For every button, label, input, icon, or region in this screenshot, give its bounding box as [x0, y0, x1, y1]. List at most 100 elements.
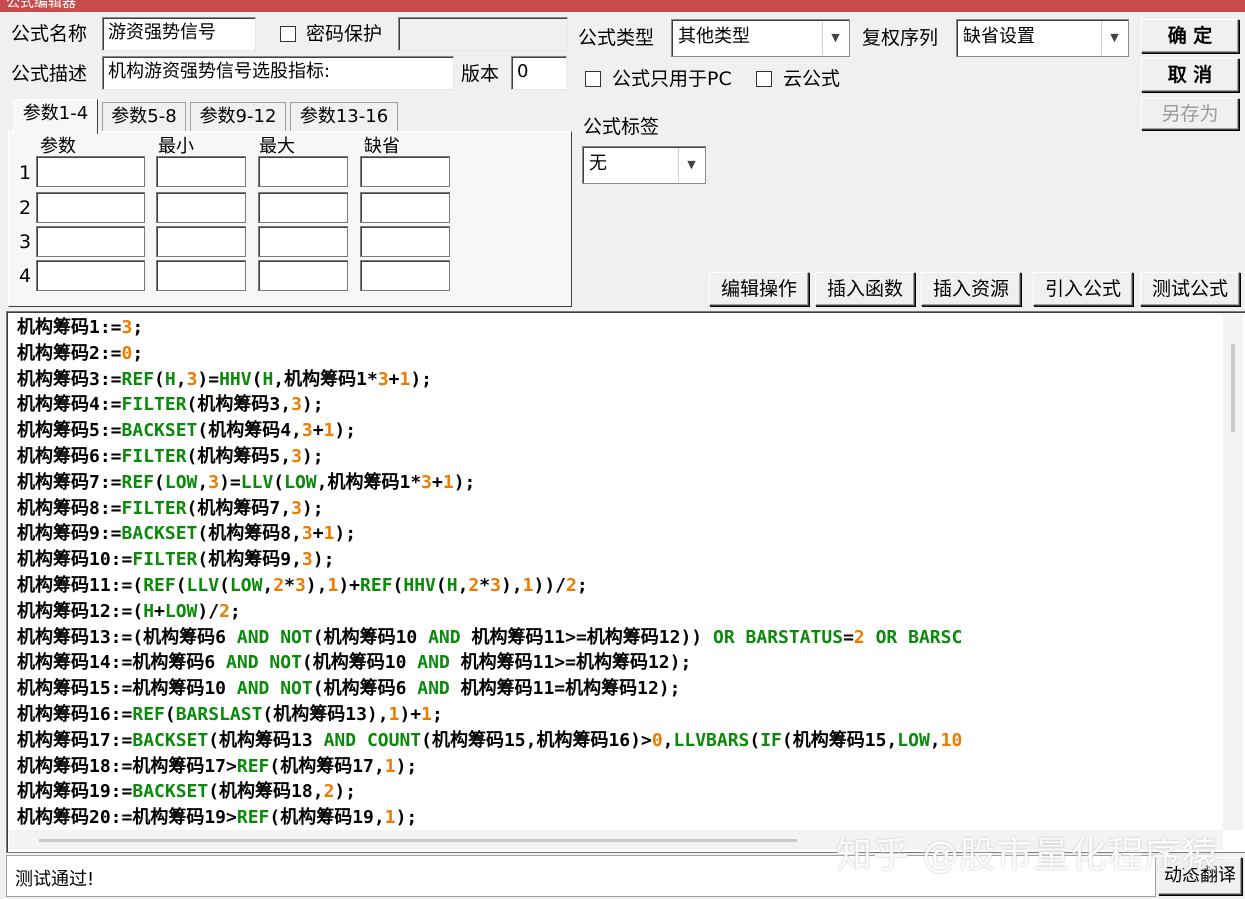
code-text-segment: 机构筹码1:= [17, 317, 122, 338]
chevron-down-icon[interactable]: ▼ [822, 21, 848, 55]
code-line[interactable]: 机构筹码20:=机构筹码19>REF(机构筹码19,1); [17, 805, 962, 831]
code-number: 3 [291, 394, 302, 416]
param-4-max-input[interactable] [258, 260, 348, 291]
code-keyword: REF [360, 574, 393, 596]
code-text-segment: + [312, 420, 324, 442]
code-keyword: LOW [229, 574, 263, 596]
code-keyword: LOW [897, 729, 930, 751]
code-number: 2 [273, 574, 285, 596]
code-text-segment: 机构筹码12:=( [17, 600, 144, 622]
code-line[interactable]: 机构筹码5:=BACKSET(机构筹码4,3+1); [17, 418, 962, 444]
code-line[interactable]: 机构筹码3:=REF(H,3)=HHV(H,机构筹码1*3+1); [17, 367, 962, 393]
pc-only-checkbox[interactable] [585, 71, 601, 87]
code-line[interactable]: 机构筹码4:=FILTER(机构筹码3,3); [17, 392, 962, 418]
cancel-button[interactable]: 取 消 [1141, 58, 1239, 92]
password-input[interactable] [398, 17, 568, 51]
code-keyword: COUNT [366, 729, 422, 751]
insert-resource-button[interactable]: 插入资源 [921, 272, 1021, 306]
insert-function-button[interactable]: 插入函数 [815, 272, 915, 306]
code-text-segment: , [175, 368, 187, 390]
code-line[interactable]: 机构筹码17:=BACKSET(机构筹码13 AND COUNT(机构筹码15,… [17, 728, 962, 754]
pc-only-label: 公式只用于PC [612, 68, 732, 90]
edit-operations-button[interactable]: 编辑操作 [709, 272, 809, 306]
code-line[interactable]: 机构筹码9:=BACKSET(机构筹码8,3+1); [17, 521, 962, 547]
param-4-name-input[interactable] [36, 260, 145, 291]
param-3-min-input[interactable] [156, 226, 246, 257]
formula-code-editor[interactable]: 机构筹码1:=3; 机构筹码2:=0; 机构筹码3:=REF(H,3)=HHV(H,… [6, 311, 1245, 853]
code-text-segment: 机构筹码15:=机构筹码10 [17, 678, 237, 700]
code-line[interactable]: 机构筹码18:=机构筹码17>REF(机构筹码17,1); [17, 754, 962, 780]
code-text-segment: 机构筹码4:= [17, 394, 122, 416]
code-text-segment: 机构筹码2:= [17, 342, 122, 364]
code-keyword: BACKSET [132, 729, 209, 751]
param-2-default-input[interactable] [360, 192, 450, 223]
code-line[interactable]: 机构筹码7:=REF(LOW,3)=LLV(LOW,机构筹码1*3+1); [17, 470, 962, 496]
tab-params-5-8[interactable]: 参数5-8 [102, 102, 186, 132]
code-line[interactable]: 机构筹码19:=BACKSET(机构筹码18,2); [17, 779, 962, 805]
save-as-button[interactable]: 另存为 [1141, 98, 1239, 130]
param-1-default-input[interactable] [360, 156, 450, 187]
version-input[interactable]: 0 [511, 56, 567, 90]
code-text-segment: (机构筹码7, [186, 497, 292, 519]
chevron-down-icon[interactable]: ▼ [678, 148, 704, 182]
formula-type-select[interactable]: 其他类型 ▼ [671, 19, 850, 57]
code-text-segment: , [929, 729, 941, 751]
window-title: 公式编辑器 [6, 0, 76, 11]
code-line[interactable]: 机构筹码2:=0; [17, 341, 962, 367]
ok-button[interactable]: 确 定 [1141, 19, 1239, 53]
password-protect-checkbox[interactable] [280, 26, 296, 42]
param-3-name-input[interactable] [36, 226, 145, 257]
cloud-formula-checkbox[interactable] [756, 71, 772, 87]
param-3-default-input[interactable] [360, 226, 450, 257]
code-line[interactable]: 机构筹码13:=(机构筹码6 AND NOT(机构筹码10 AND 机构筹码11… [17, 625, 962, 651]
param-1-name-input[interactable] [36, 156, 145, 187]
hscrollbar-thumb[interactable] [39, 839, 797, 842]
password-protect-label: 密码保护 [306, 23, 383, 45]
code-keyword: REF [143, 574, 176, 596]
code-number: 3 [377, 368, 389, 390]
formula-desc-input[interactable]: 机构游资强势信号选股指标: [102, 56, 454, 90]
param-2-min-input[interactable] [156, 192, 246, 223]
code-line[interactable]: 机构筹码6:=FILTER(机构筹码5,3); [17, 444, 962, 470]
chevron-down-icon[interactable]: ▼ [1101, 21, 1127, 55]
test-formula-button[interactable]: 测试公式 [1140, 272, 1240, 306]
code-line[interactable]: 机构筹码14:=机构筹码6 AND NOT(机构筹码10 AND 机构筹码11>… [17, 650, 962, 676]
param-4-default-input[interactable] [360, 260, 450, 291]
code-text-segment: ; [132, 317, 144, 338]
code-keyword: H [446, 574, 458, 596]
code-text-segment [269, 627, 280, 648]
tab-params-9-12[interactable]: 参数9-12 [190, 102, 286, 132]
code-line[interactable]: 机构筹码8:=FILTER(机构筹码7,3); [17, 496, 962, 522]
import-formula-button[interactable]: 引入公式 [1033, 272, 1133, 306]
code-keyword: BACKSET [121, 420, 198, 442]
param-3-max-input[interactable] [258, 226, 348, 257]
param-1-min-input[interactable] [156, 156, 246, 187]
code-line[interactable]: 机构筹码1:=3; [17, 315, 962, 341]
code-line[interactable]: 机构筹码12:=(H+LOW)/2; [17, 599, 962, 625]
code-number: 3 [421, 471, 432, 493]
rights-series-select[interactable]: 缺省设置 ▼ [956, 19, 1129, 57]
code-line[interactable]: 机构筹码10:=FILTER(机构筹码9,3); [17, 547, 962, 573]
tab-params-1-4[interactable]: 参数1-4 [13, 99, 98, 134]
code-text-segment: )/ [197, 600, 220, 622]
formula-tag-select[interactable]: 无 ▼ [582, 146, 706, 184]
formula-name-input[interactable]: 游资强势信号 [102, 17, 256, 51]
watermark-text: 知乎 @股市量化程序猿 [836, 835, 1219, 876]
code-line[interactable]: 机构筹码16:=REF(BARSLAST(机构筹码13),1)+1; [17, 702, 962, 728]
param-4-min-input[interactable] [156, 260, 246, 291]
code-line[interactable]: 机构筹码15:=机构筹码10 AND NOT(机构筹码6 AND 机构筹码11=… [17, 676, 962, 702]
param-2-max-input[interactable] [258, 192, 348, 223]
code-keyword: BARSLAST [175, 703, 263, 725]
scrollbar-thumb[interactable] [1231, 344, 1235, 432]
vertical-scrollbar[interactable] [1223, 314, 1243, 830]
code-line[interactable]: 机构筹码11:=(REF(LLV(LOW,2*3),1)+REF(HHV(H,2… [17, 573, 962, 599]
cloud-formula-label: 云公式 [783, 68, 841, 90]
code-number: 1 [323, 420, 335, 442]
code-number: 1 [384, 755, 396, 777]
code-text-segment: ; [431, 703, 443, 725]
param-2-name-input[interactable] [36, 192, 145, 223]
tab-params-13-16[interactable]: 参数13-16 [290, 102, 398, 132]
formula-type-label: 公式类型 [578, 27, 655, 49]
code-text[interactable]: 机构筹码1:=3; 机构筹码2:=0; 机构筹码3:=REF(H,3)=HHV(H,… [17, 315, 962, 831]
param-1-max-input[interactable] [258, 156, 348, 187]
